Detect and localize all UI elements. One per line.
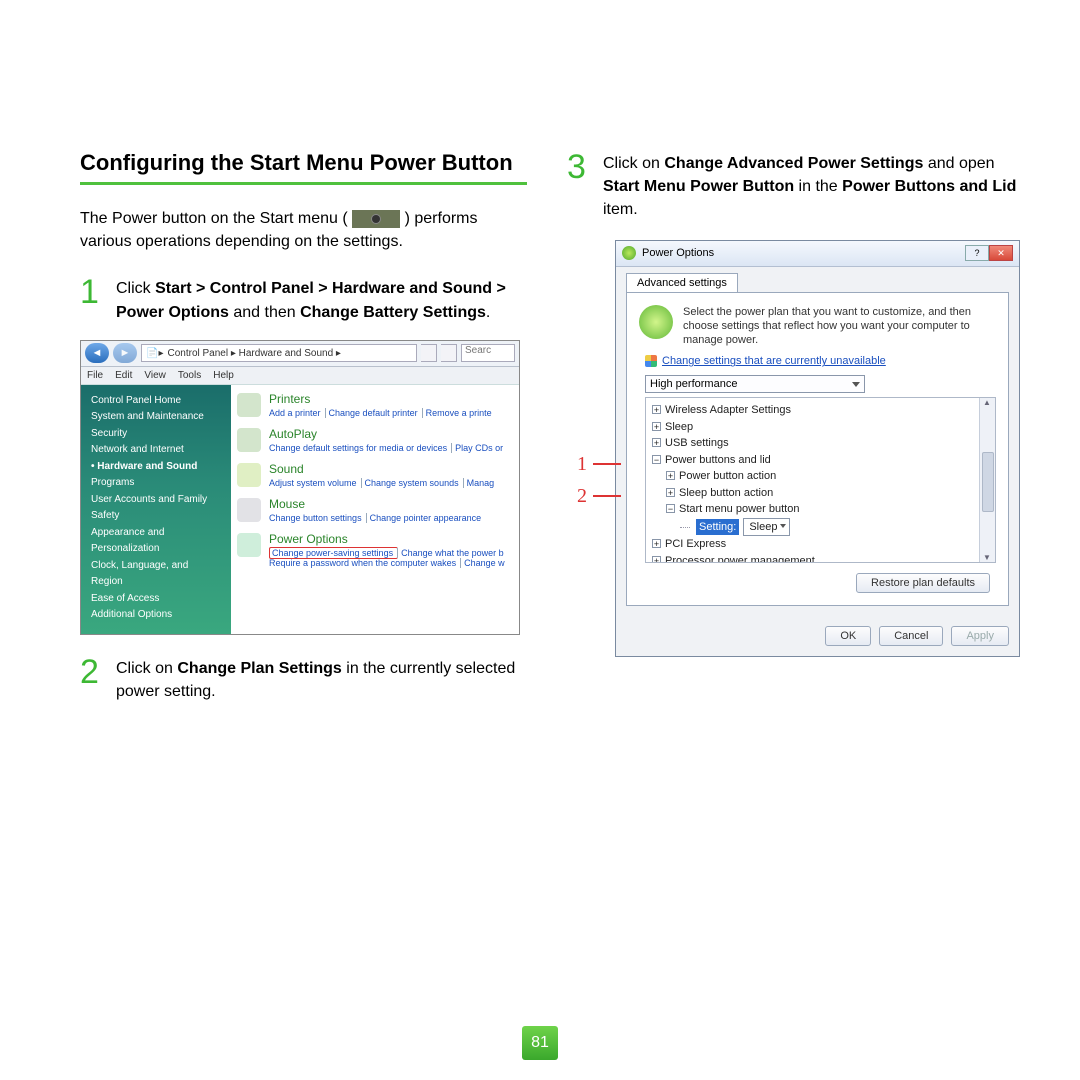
ok-button[interactable]: OK: [825, 626, 871, 646]
intro-paragraph: The Power button on the Start menu ( ) p…: [80, 207, 527, 253]
menu-tools[interactable]: Tools: [178, 370, 201, 381]
chevron-down-icon: [852, 382, 860, 387]
sidebar: Control Panel Home System and Maintenanc…: [81, 385, 231, 635]
tree-node[interactable]: Sleep: [665, 421, 693, 433]
tab-advanced-settings[interactable]: Advanced settings: [626, 273, 738, 292]
menu-help[interactable]: Help: [213, 370, 234, 381]
step-1: 1 Click Start > Control Panel > Hardware…: [80, 275, 527, 323]
callout-1: 1: [577, 448, 587, 480]
callout-2: 2: [577, 480, 587, 512]
setting-value-dropdown[interactable]: Sleep: [743, 518, 790, 537]
dialog-buttons: OK Cancel Apply: [616, 616, 1019, 656]
callout-markers: 1 2: [577, 448, 621, 512]
page-number: 81: [522, 1026, 558, 1060]
sound-icon: [237, 463, 261, 487]
power-icon: [622, 246, 636, 260]
power-options-dialog: Power Options ? ✕ Advanced settings Sele…: [615, 240, 1020, 658]
description-text: Select the power plan that you want to c…: [683, 305, 996, 348]
step-number: 3: [567, 150, 591, 222]
step-3: 3 Click on Change Advanced Power Setting…: [567, 150, 1020, 222]
screenshot-power-options-wrap: 1 2 Power Options ? ✕ Advanced settings: [615, 240, 1020, 658]
tab-panel: Select the power plan that you want to c…: [626, 292, 1009, 607]
sidebar-item[interactable]: Network and Internet: [91, 442, 221, 459]
step-2: 2 Click on Change Plan Settings in the c…: [80, 655, 527, 703]
step-number: 1: [80, 275, 104, 323]
tree-node[interactable]: PCI Express: [665, 538, 726, 550]
scroll-thumb[interactable]: [982, 452, 994, 512]
power-icon: [237, 533, 261, 557]
tree-node[interactable]: Power button action: [679, 470, 776, 482]
step-text: Click on Change Advanced Power Settings …: [603, 150, 1020, 222]
change-power-saving-link[interactable]: Change power-saving settings: [269, 547, 398, 559]
document-page: Configuring the Start Menu Power Button …: [0, 0, 1080, 717]
right-column: 3 Click on Change Advanced Power Setting…: [567, 150, 1020, 717]
intro-text-pre: The Power button on the Start menu (: [80, 210, 352, 227]
menu-view[interactable]: View: [144, 370, 166, 381]
setting-label: Setting:: [696, 519, 739, 536]
shield-icon: [645, 355, 657, 367]
address-bar-row: ◄ ► 📄▸Control Panel ▸ Hardware and Sound…: [81, 341, 519, 367]
category-sound[interactable]: Sound: [269, 463, 501, 477]
sidebar-item[interactable]: System and Maintenance: [91, 409, 221, 426]
window-title: Power Options: [642, 247, 714, 259]
step-number: 2: [80, 655, 104, 703]
refresh-button[interactable]: [441, 344, 457, 362]
restore-defaults-button[interactable]: Restore plan defaults: [856, 573, 990, 593]
settings-tree: +Wireless Adapter Settings +Sleep +USB s…: [645, 397, 996, 563]
tree-node[interactable]: Processor power management: [665, 555, 815, 563]
sidebar-item-active[interactable]: Hardware and Sound: [91, 459, 221, 476]
power-plan-dropdown[interactable]: High performance: [645, 375, 865, 393]
scrollbar[interactable]: [979, 398, 995, 562]
power-plan-icon: [639, 305, 673, 339]
breadcrumb[interactable]: 📄▸Control Panel ▸ Hardware and Sound ▸: [141, 344, 417, 362]
category-power-options[interactable]: Power Options: [269, 533, 512, 547]
tree-node[interactable]: Sleep button action: [679, 487, 773, 499]
category-mouse[interactable]: Mouse: [269, 498, 488, 512]
left-column: Configuring the Start Menu Power Button …: [80, 150, 527, 717]
menu-file[interactable]: File: [87, 370, 103, 381]
menu-bar: File Edit View Tools Help: [81, 367, 519, 385]
sidebar-item[interactable]: Control Panel Home: [91, 393, 221, 410]
main-panel: PrintersAdd a printerChange default prin…: [231, 385, 519, 635]
category-printers[interactable]: Printers: [269, 393, 499, 407]
autoplay-icon: [237, 428, 261, 452]
section-title: Configuring the Start Menu Power Button: [80, 150, 527, 185]
mouse-icon: [237, 498, 261, 522]
cancel-button[interactable]: Cancel: [879, 626, 943, 646]
back-button[interactable]: ◄: [85, 343, 109, 363]
sidebar-item[interactable]: Appearance and Personalization: [91, 525, 221, 558]
tree-node[interactable]: Wireless Adapter Settings: [665, 404, 791, 416]
title-bar: Power Options ? ✕: [616, 241, 1019, 267]
help-button[interactable]: ?: [965, 245, 989, 261]
step-text: Click on Change Plan Settings in the cur…: [116, 655, 527, 703]
category-autoplay[interactable]: AutoPlay: [269, 428, 510, 442]
sidebar-item[interactable]: Security: [91, 426, 221, 443]
tree-node[interactable]: USB settings: [665, 437, 729, 449]
printers-icon: [237, 393, 261, 417]
forward-button[interactable]: ►: [113, 343, 137, 363]
power-button-icon: [352, 210, 400, 228]
menu-edit[interactable]: Edit: [115, 370, 132, 381]
address-dropdown[interactable]: [421, 344, 437, 362]
search-input[interactable]: Searc: [461, 344, 515, 362]
tree-node-start-menu-power[interactable]: Start menu power button: [679, 503, 799, 515]
sidebar-item[interactable]: User Accounts and Family Safety: [91, 492, 221, 525]
sidebar-item[interactable]: Programs: [91, 475, 221, 492]
screenshot-control-panel: ◄ ► 📄▸Control Panel ▸ Hardware and Sound…: [80, 340, 520, 635]
change-unavailable-link[interactable]: Change settings that are currently unava…: [645, 355, 996, 367]
tree-node-power-buttons-lid[interactable]: Power buttons and lid: [665, 454, 771, 466]
apply-button[interactable]: Apply: [951, 626, 1009, 646]
sidebar-item[interactable]: Ease of Access: [91, 591, 221, 608]
sidebar-item[interactable]: Clock, Language, and Region: [91, 558, 221, 591]
sidebar-item[interactable]: Additional Options: [91, 607, 221, 624]
close-button[interactable]: ✕: [989, 245, 1013, 261]
step-text: Click Start > Control Panel > Hardware a…: [116, 275, 527, 323]
